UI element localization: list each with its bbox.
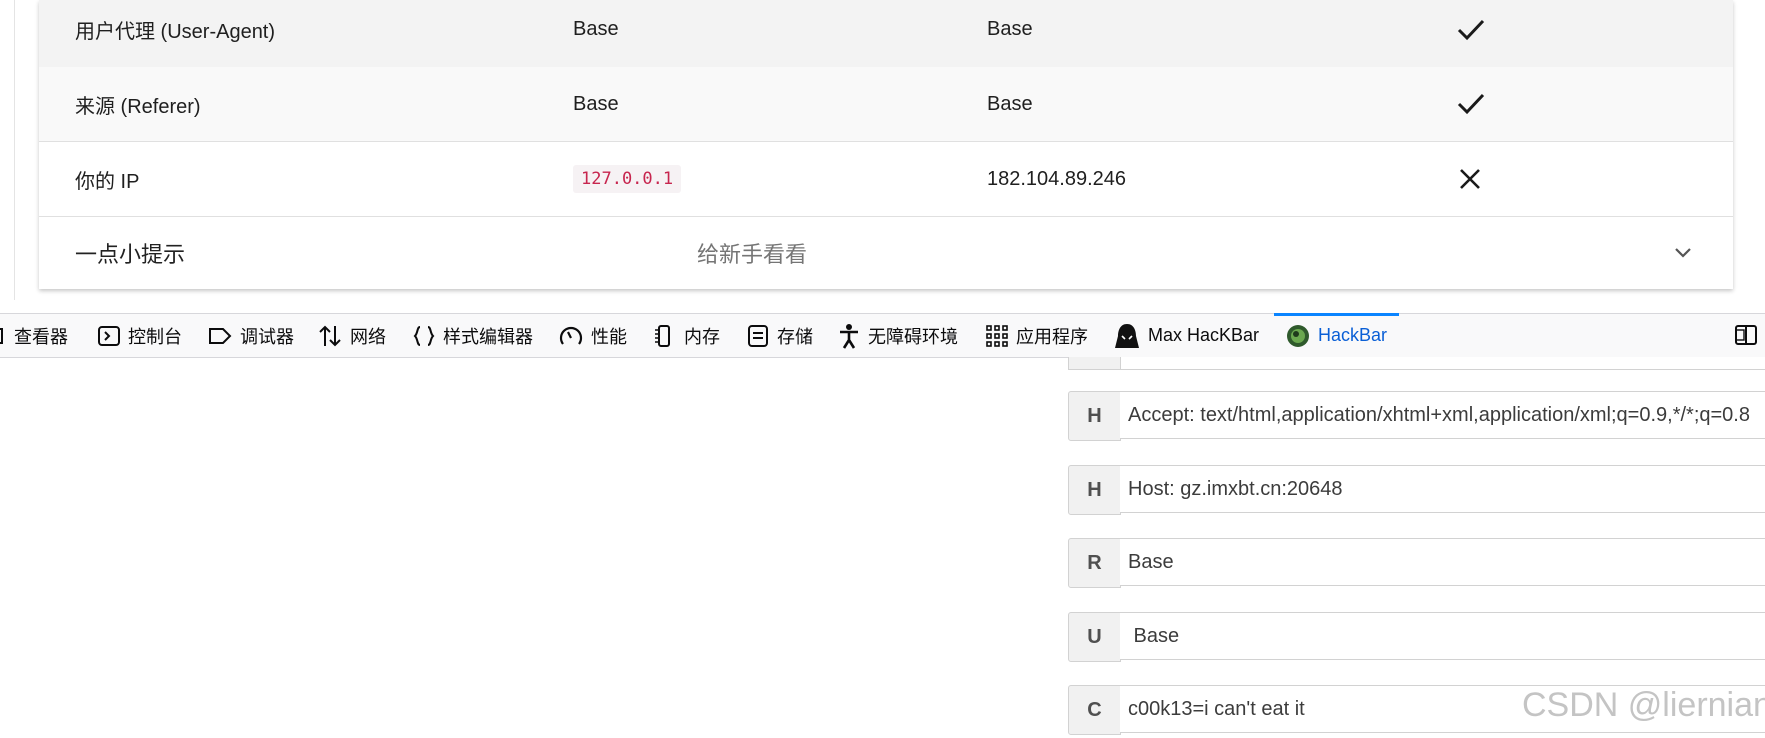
- hackbar-referer: R: [1068, 538, 1765, 588]
- tab-max-hackbar[interactable]: Max HacKBar: [1114, 314, 1259, 357]
- hackbar-row-label: C: [1068, 685, 1121, 735]
- hint-title: 一点小提示: [75, 242, 186, 267]
- inspector-icon: [0, 327, 3, 344]
- braces-icon: [413, 325, 435, 346]
- tab-label: 应用程序: [1016, 326, 1088, 347]
- tab-label: 无障碍环境: [868, 326, 958, 347]
- tab-label: 查看器: [14, 326, 68, 347]
- hackbar-user-agent: U: [1068, 612, 1765, 662]
- console-icon: [98, 325, 120, 346]
- row-expected-value: 127.0.0.1: [573, 142, 682, 216]
- watermark-text: CSDN @liernian: [1522, 686, 1765, 724]
- check-icon: [1457, 67, 1517, 141]
- hackbar-header-accept: H: [1068, 391, 1765, 441]
- row-expected-value: Base: [573, 92, 619, 115]
- tab-label: Max HacKBar: [1148, 325, 1260, 345]
- tab-hackbar[interactable]: HackBar: [1273, 313, 1400, 357]
- row-label: 来源 (Referer): [75, 95, 201, 118]
- tab-performance[interactable]: 性能: [559, 314, 627, 357]
- expected-ip-code: 127.0.0.1: [573, 165, 682, 193]
- hackbar-header-input[interactable]: [1120, 391, 1765, 439]
- hackbar-header-input[interactable]: [1120, 465, 1765, 513]
- hackbar-logo-icon: [1287, 324, 1309, 347]
- network-arrows-icon: [319, 325, 341, 346]
- row-actual-value: Base: [987, 92, 1033, 115]
- tab-label: 网络: [350, 326, 386, 347]
- tab-label: 样式编辑器: [443, 326, 533, 347]
- user-agent-input[interactable]: [1120, 612, 1765, 660]
- tab-label: HackBar: [1318, 325, 1388, 345]
- tab-accessibility[interactable]: 无障碍环境: [838, 314, 958, 357]
- hackbar-row-partial: [1068, 357, 1765, 370]
- close-icon: [1457, 142, 1517, 216]
- hint-subtitle: 给新手看看: [697, 242, 808, 267]
- gauge-icon: [559, 326, 583, 345]
- table-row-referer: 来源 (Referer) Base Base: [39, 67, 1733, 142]
- row-expected-value: Base: [573, 18, 619, 40]
- hackbar-row-label: R: [1068, 538, 1121, 588]
- grid-icon: [986, 324, 1008, 347]
- chevron-down-icon[interactable]: [1671, 241, 1695, 265]
- memory-chip-icon: [655, 324, 670, 347]
- tab-inspector[interactable]: 查看器: [0, 314, 68, 357]
- devtools-toolbar: 查看器 控制台 调试器 网络 样式编辑器 性能 内存 存储 无障碍环境 应用程序…: [0, 313, 1765, 358]
- debugger-icon: [209, 327, 232, 344]
- tab-label: 控制台: [128, 326, 182, 347]
- dock-side-icon[interactable]: [1734, 323, 1758, 347]
- web-page-area: 用户代理 (User-Agent) Base Base 来源 (Referer)…: [0, 0, 1765, 313]
- tab-application[interactable]: 应用程序: [986, 314, 1088, 357]
- check-icon: [1457, 0, 1517, 67]
- tab-memory[interactable]: 内存: [652, 314, 720, 357]
- hackbar-row-label-partial: [1069, 357, 1121, 369]
- hackbar-header-host: H: [1068, 465, 1765, 515]
- hint-expander[interactable]: 一点小提示 给新手看看: [39, 217, 1733, 289]
- table-row-ip: 你的 IP 127.0.0.1 182.104.89.246: [39, 142, 1733, 217]
- table-row-user-agent: 用户代理 (User-Agent) Base Base: [39, 0, 1733, 68]
- header-check-card: 用户代理 (User-Agent) Base Base 来源 (Referer)…: [39, 0, 1733, 289]
- tab-console[interactable]: 控制台: [98, 314, 182, 357]
- tab-debugger[interactable]: 调试器: [208, 314, 294, 357]
- row-actual-value: 182.104.89.246: [987, 167, 1127, 190]
- accessibility-person-icon: [840, 323, 858, 349]
- tab-network[interactable]: 网络: [318, 314, 386, 357]
- tab-storage[interactable]: 存储: [747, 314, 813, 357]
- referer-input[interactable]: [1120, 538, 1765, 586]
- tab-label: 性能: [591, 326, 627, 347]
- page-left-border: [14, 0, 15, 300]
- row-label: 你的 IP: [75, 170, 140, 193]
- row-actual-value: Base: [987, 18, 1033, 40]
- tab-style-editor[interactable]: 样式编辑器: [413, 314, 533, 357]
- storage-icon: [748, 324, 768, 347]
- tab-label: 调试器: [240, 326, 294, 347]
- hackbar-row-label: H: [1068, 465, 1121, 515]
- hacker-hood-icon: [1115, 323, 1139, 348]
- tab-label: 内存: [684, 326, 720, 347]
- tab-label: 存储: [777, 326, 813, 347]
- hackbar-row-label: U: [1068, 612, 1121, 662]
- row-label: 用户代理 (User-Agent): [75, 21, 276, 43]
- hackbar-row-label: H: [1068, 391, 1121, 441]
